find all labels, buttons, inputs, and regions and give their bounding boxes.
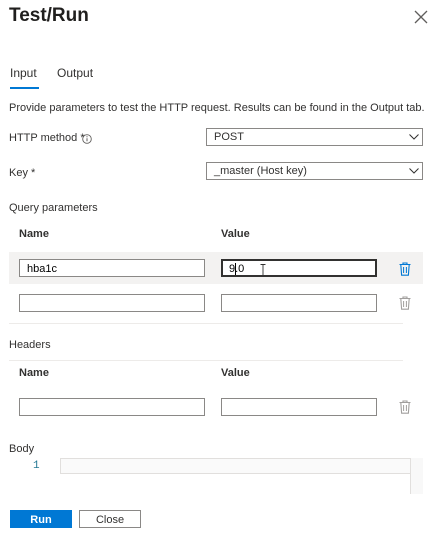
query-name-input[interactable] bbox=[19, 259, 205, 277]
query-parameters-heading: Query parameters bbox=[9, 202, 98, 214]
description-text: Provide parameters to test the HTTP requ… bbox=[9, 102, 425, 114]
section-divider bbox=[9, 323, 403, 324]
close-button[interactable]: Close bbox=[79, 510, 141, 528]
tab-input[interactable]: Input bbox=[10, 66, 37, 80]
run-button[interactable]: Run bbox=[10, 510, 72, 528]
http-method-label: HTTP method * bbox=[9, 132, 85, 144]
active-tab-indicator bbox=[10, 87, 39, 89]
chevron-down-icon bbox=[409, 134, 419, 140]
headers-value-header: Value bbox=[221, 367, 250, 379]
body-editor[interactable] bbox=[60, 458, 412, 474]
panel-title: Test/Run bbox=[9, 5, 89, 26]
header-value-input[interactable] bbox=[221, 398, 377, 416]
headers-heading: Headers bbox=[9, 339, 51, 351]
delete-icon[interactable] bbox=[399, 262, 411, 276]
key-value: _master (Host key) bbox=[214, 165, 307, 177]
tab-output[interactable]: Output bbox=[57, 66, 93, 80]
query-value-input[interactable] bbox=[221, 259, 377, 277]
query-name-input-empty[interactable] bbox=[19, 294, 205, 312]
header-name-input[interactable] bbox=[19, 398, 205, 416]
query-name-header: Name bbox=[19, 228, 49, 240]
query-value-input-empty[interactable] bbox=[221, 294, 377, 312]
query-value-header: Value bbox=[221, 228, 250, 240]
key-label: Key * bbox=[9, 167, 36, 179]
http-method-value: POST bbox=[214, 131, 244, 143]
editor-scrollbar[interactable] bbox=[410, 458, 423, 494]
delete-icon[interactable] bbox=[399, 400, 411, 414]
http-method-dropdown[interactable]: POST bbox=[206, 128, 423, 146]
section-divider bbox=[9, 360, 403, 361]
ibeam-cursor-icon bbox=[260, 264, 266, 276]
text-caret bbox=[235, 263, 236, 275]
key-dropdown[interactable]: _master (Host key) bbox=[206, 162, 423, 180]
close-icon[interactable] bbox=[414, 10, 428, 24]
line-number: 1 bbox=[33, 460, 40, 472]
chevron-down-icon bbox=[409, 168, 419, 174]
headers-name-header: Name bbox=[19, 367, 49, 379]
delete-icon[interactable] bbox=[399, 296, 411, 310]
info-icon[interactable] bbox=[82, 134, 92, 144]
body-heading: Body bbox=[9, 443, 35, 455]
